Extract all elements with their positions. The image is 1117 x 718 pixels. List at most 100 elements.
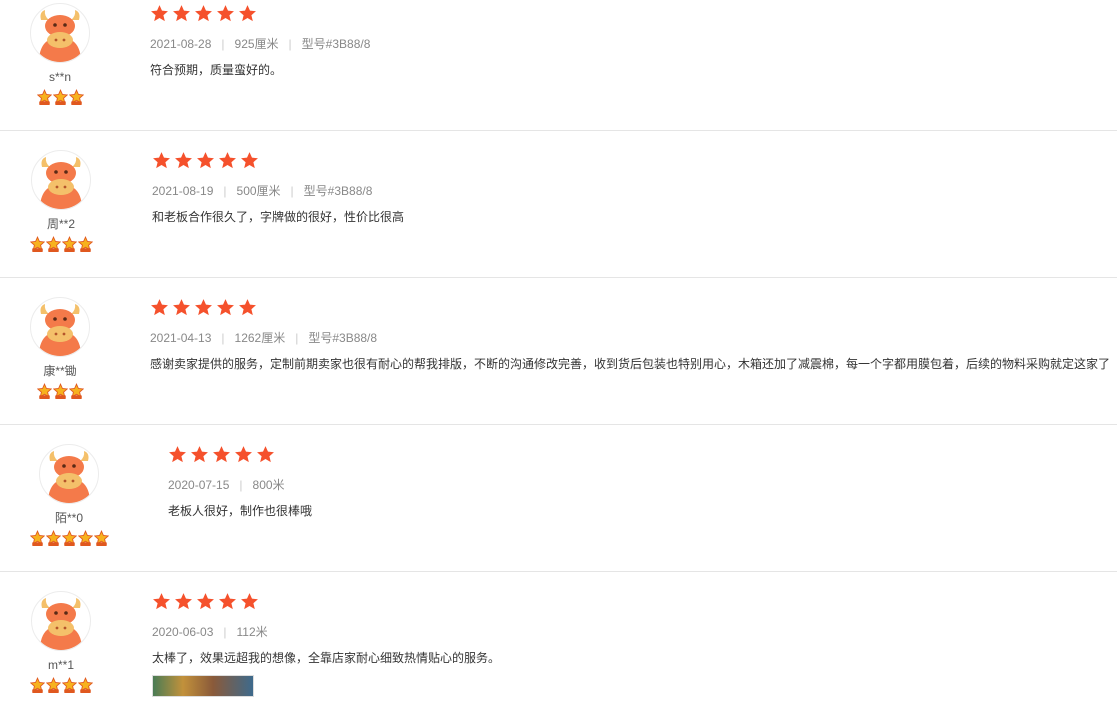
avatar (39, 444, 99, 504)
review-text: 老板人很好，制作也很棒哦 (168, 504, 313, 518)
bull-mascot-icon (40, 598, 82, 650)
rating-star-icon (240, 592, 259, 612)
review-date: 2021-04-13 (150, 331, 212, 345)
rating-star-icon (216, 4, 235, 24)
bull-mascot-icon (48, 451, 90, 503)
reviewer-info: 周**2 (1, 150, 121, 254)
level-star-icon (29, 236, 45, 254)
reviewer-name: 康**锄 (43, 364, 77, 378)
reviewer-level (1, 236, 121, 254)
rating-star-icon (150, 4, 169, 24)
level-star-icon (52, 89, 68, 107)
rating-star-icon (238, 4, 257, 24)
rating-star-icon (196, 151, 215, 171)
reviewer-level (0, 89, 120, 107)
level-star-icon (77, 677, 93, 695)
rating-star-icon (150, 298, 169, 318)
review-size: 112米 (236, 625, 268, 639)
rating-stars (150, 298, 1110, 318)
rating-star-icon (238, 298, 257, 318)
reviewer-name: 周**2 (46, 217, 75, 231)
level-star-icon (68, 89, 84, 107)
rating-star-icon (196, 592, 215, 612)
review-date: 2020-06-03 (152, 625, 214, 639)
level-star-icon (52, 383, 68, 401)
review-item: s**n 2021-08-28 | 925厘米 | 型号#3B88/8 符合预期，质量蛮… (0, 0, 1117, 131)
rating-star-icon (174, 151, 193, 171)
review-size: 925厘米 (234, 37, 279, 51)
rating-star-icon (212, 445, 231, 465)
reviewer-level (0, 383, 120, 401)
review-text: 符合预期，质量蛮好的。 (150, 63, 283, 77)
review-date: 2020-07-15 (168, 478, 230, 492)
review-item: 周**2 2021-08-19 | 500厘米 | 型号#3B88/8 和老板合作很久了… (0, 130, 1117, 278)
rating-star-icon (190, 445, 209, 465)
rating-star-icon (152, 151, 171, 171)
level-star-icon (29, 677, 45, 695)
rating-star-icon (194, 298, 213, 318)
reviewer-name: 陌**0 (54, 511, 83, 525)
level-star-icon (93, 530, 109, 548)
review-meta: 2021-08-28 | 925厘米 | 型号#3B88/8 (150, 37, 371, 51)
rating-stars (152, 151, 404, 171)
bull-mascot-icon (39, 10, 81, 62)
review-date: 2021-08-28 (150, 37, 212, 51)
level-star-icon (77, 236, 93, 254)
review-size: 500厘米 (236, 184, 281, 198)
review-photo-thumbnail[interactable] (152, 675, 254, 697)
review-model: 型号#3B88/8 (303, 184, 373, 198)
level-star-icon (36, 383, 52, 401)
level-star-icon (61, 530, 77, 548)
level-star-icon (45, 236, 61, 254)
review-model: 型号#3B88/8 (308, 331, 378, 345)
rating-star-icon (218, 592, 237, 612)
review-date: 2021-08-19 (152, 184, 214, 198)
review-item: 陌**0 2020-07-15 | 800米 老板人很好，制作也很棒哦 (0, 424, 1117, 572)
bull-mascot-icon (40, 157, 82, 209)
rating-star-icon (218, 151, 237, 171)
reviewer-info: 陌**0 (9, 444, 129, 548)
reviewer-info: s**n (0, 3, 120, 107)
review-text: 太棒了，效果远超我的想像，全靠店家耐心细致热情贴心的服务。 (152, 651, 501, 665)
review-meta: 2020-06-03 | 112米 (152, 625, 268, 639)
rating-star-icon (240, 151, 259, 171)
reviewer-level (9, 530, 129, 548)
review-meta: 2020-07-15 | 800米 (168, 478, 285, 492)
level-star-icon (45, 530, 61, 548)
level-star-icon (61, 236, 77, 254)
rating-star-icon (152, 592, 171, 612)
rating-stars (150, 4, 370, 24)
review-meta: 2021-08-19 | 500厘米 | 型号#3B88/8 (152, 184, 373, 198)
review-item: 康**锄 2021-04-13 | 1262厘米 | 型号#3B88/8 感谢卖家提供的… (0, 277, 1117, 425)
rating-stars (152, 592, 500, 612)
reviewer-info: m**1 (1, 591, 121, 695)
level-star-icon (77, 530, 93, 548)
level-star-icon (61, 677, 77, 695)
avatar (30, 297, 90, 357)
rating-star-icon (172, 4, 191, 24)
rating-star-icon (194, 4, 213, 24)
review-text: 和老板合作很久了，字牌做的很好，性价比很高 (152, 210, 405, 224)
avatar (30, 3, 90, 63)
rating-star-icon (234, 445, 253, 465)
review-model: 型号#3B88/8 (301, 37, 371, 51)
level-star-icon (68, 383, 84, 401)
review-meta: 2021-04-13 | 1262厘米 | 型号#3B88/8 (150, 331, 378, 345)
rating-star-icon (172, 298, 191, 318)
reviewer-info: 康**锄 (0, 297, 120, 401)
level-star-icon (45, 677, 61, 695)
rating-star-icon (168, 445, 187, 465)
level-star-icon (36, 89, 52, 107)
avatar (31, 150, 91, 210)
review-text: 感谢卖家提供的服务，定制前期卖家也很有耐心的帮我排版，不断的沟通修改完善，收到货… (150, 357, 1111, 371)
reviewer-name: m**1 (47, 658, 74, 672)
rating-star-icon (174, 592, 193, 612)
bull-mascot-icon (39, 304, 81, 356)
rating-star-icon (216, 298, 235, 318)
rating-stars (168, 445, 312, 465)
reviewer-level (1, 677, 121, 695)
review-size: 1262厘米 (234, 331, 286, 345)
level-star-icon (29, 530, 45, 548)
avatar (31, 591, 91, 651)
review-size: 800米 (252, 478, 285, 492)
